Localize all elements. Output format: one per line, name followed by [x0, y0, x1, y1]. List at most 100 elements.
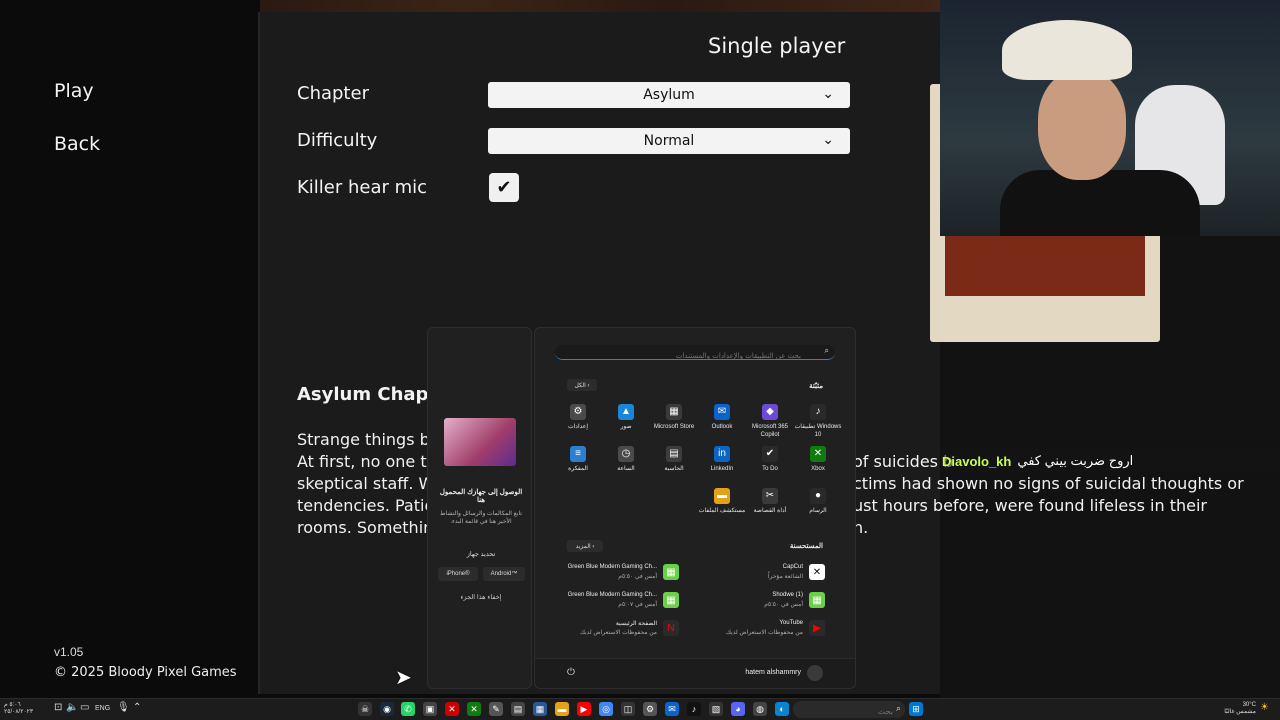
- clock-display[interactable]: ٥:٠٦ م ٢٥/٠٨/٢٠٢٣: [4, 702, 33, 716]
- taskbar-search-input[interactable]: [813, 703, 893, 720]
- chrome-icon[interactable]: ◎: [599, 702, 613, 716]
- start-search-box[interactable]: ⌕: [555, 345, 835, 364]
- killer-mic-label: Killer hear mic: [297, 177, 428, 198]
- pinned-app[interactable]: in LinkedIn: [697, 446, 747, 473]
- pinned-app[interactable]: ▲ صور: [601, 404, 651, 431]
- xbox-icon[interactable]: ✕: [467, 702, 481, 716]
- settings-icon[interactable]: ⚙: [643, 702, 657, 716]
- edge-icon[interactable]: ◐: [775, 702, 789, 716]
- whatsapp-icon[interactable]: ✆: [401, 702, 415, 716]
- recommended-item[interactable]: ▦ Green Blue Modern Gaming Ch... أمس في ٥:…: [557, 589, 697, 611]
- steam-icon[interactable]: ◉: [380, 702, 394, 716]
- chevron-up-icon[interactable]: ⌃: [133, 702, 141, 713]
- pinned-app[interactable]: ✉ Outlook: [697, 404, 747, 431]
- pinned-app-label: الحاسبة: [664, 466, 684, 472]
- pinned-app-label: إعدادات: [567, 424, 589, 430]
- version-label: v1.05: [54, 645, 84, 659]
- outlook-icon[interactable]: ✉: [665, 702, 679, 716]
- weather-widget[interactable]: 30°C مشمس غالبًا: [1224, 702, 1256, 716]
- pinned-app[interactable]: ◆ Microsoft 365 Copilot: [745, 404, 795, 439]
- webcam-person-hat: [1002, 20, 1132, 80]
- recommended-subtitle: أمس في ٥:٥٠م: [764, 602, 803, 608]
- pinned-app[interactable]: ✂ أداة القصاصة: [745, 488, 795, 515]
- story-line: ctims had shown no signs of suicidal tho…: [853, 474, 1244, 493]
- discord-icon[interactable]: ◕: [731, 702, 745, 716]
- pinned-app[interactable]: ♪ تطبيقات Windows 10: [793, 404, 843, 439]
- calendar-icon[interactable]: ▦: [533, 702, 547, 716]
- battery-icon[interactable]: ▭: [80, 702, 89, 713]
- pinned-app[interactable]: ▤ الحاسبة: [649, 446, 699, 473]
- chat-username: Diavolo_kh: [942, 453, 1012, 469]
- difficulty-label: Difficulty: [297, 130, 378, 151]
- volume-icon[interactable]: 🔈: [66, 702, 78, 713]
- weather-sun-icon[interactable]: ☀: [1260, 702, 1269, 713]
- killer-mic-checkbox[interactable]: ✔: [489, 173, 519, 202]
- android-button[interactable]: Android™: [483, 567, 525, 581]
- pinned-app[interactable]: ≡ المفكرة: [553, 446, 603, 473]
- pinned-app-label: Microsoft Store: [653, 424, 695, 430]
- chapter-label: Chapter: [297, 83, 369, 104]
- pinned-app[interactable]: ▬ مستكشف الملفات: [697, 488, 747, 515]
- terminal-icon[interactable]: ▣: [423, 702, 437, 716]
- back-button[interactable]: Back: [54, 133, 100, 155]
- app-icon[interactable]: ▧: [709, 702, 723, 716]
- pinned-app[interactable]: ⚙ إعدادات: [553, 404, 603, 431]
- pinned-app[interactable]: ◷ الساعة: [601, 446, 651, 473]
- xbox-icon: ✕: [810, 446, 826, 462]
- recommended-subtitle: الشائعة مؤخراً: [767, 574, 803, 580]
- game-app-icon[interactable]: ☠: [358, 702, 372, 716]
- pinned-app[interactable]: ✔ To Do: [745, 446, 795, 473]
- pinned-app-label: Outlook: [711, 424, 733, 430]
- mode-title: Single player: [708, 34, 846, 58]
- youtube-icon[interactable]: ▶: [577, 702, 591, 716]
- recommended-item[interactable]: N الصفحة الرئيسية من محفوظات الاستعراض لدي…: [557, 617, 697, 639]
- pinned-app-label: الرسام: [809, 508, 827, 514]
- recommended-name: الصفحة الرئيسية: [615, 621, 657, 627]
- pinned-app-label: الساعة: [617, 466, 635, 472]
- play-button[interactable]: Play: [54, 80, 94, 102]
- canva-icon: ▦: [809, 592, 825, 608]
- user-name[interactable]: hatem alshammry: [745, 669, 801, 676]
- linkedin-icon: in: [714, 446, 730, 462]
- hide-section-link[interactable]: إخفاء هذا الجزء: [436, 593, 526, 601]
- iphone-button[interactable]: iPhone®: [438, 567, 478, 581]
- select-device-label: تحديد جهاز: [466, 551, 496, 558]
- edit-icon[interactable]: ✎: [489, 702, 503, 716]
- story-line: ust hours before, were found lifeless in…: [853, 496, 1207, 515]
- media-icon[interactable]: ◫: [621, 702, 635, 716]
- pinned-app[interactable]: ✕ Xbox: [793, 446, 843, 473]
- all-apps-button[interactable]: الكل ‹: [567, 379, 597, 391]
- pinned-app-label: Microsoft 365 Copilot: [751, 424, 788, 438]
- webcam-person-face: [1038, 70, 1126, 180]
- pinned-app-label: أداة القصاصة: [753, 508, 787, 514]
- pinned-app[interactable]: ▦ Microsoft Store: [649, 404, 699, 431]
- capcut-icon[interactable]: ✕: [445, 702, 459, 716]
- user-avatar[interactable]: [807, 665, 823, 681]
- power-icon[interactable]: ⏻: [567, 667, 575, 678]
- start-search-input[interactable]: [555, 348, 805, 364]
- file-explorer-icon: ▬: [714, 488, 730, 504]
- recommended-item[interactable]: ▦ Shodwe (1) أمس في ٥:٥٠م: [685, 589, 825, 611]
- network-icon[interactable]: ⊡: [54, 702, 62, 713]
- pinned-app[interactable]: ● الرسام: [793, 488, 843, 515]
- taskbar-search[interactable]: ⌕: [793, 701, 905, 720]
- tiktok-icon[interactable]: ♪: [687, 702, 701, 716]
- more-button[interactable]: المزيد ‹: [567, 540, 603, 552]
- chat-message: اروح ضربت بيني كفي: [1017, 453, 1134, 468]
- pinned-app-label: Xbox: [811, 466, 825, 472]
- taskbar: ٥:٠٦ م ٢٥/٠٨/٢٠٢٣ ⊡ 🔈 ▭ ENG 🎙 ⌃ ☠ ◉ ✆ ▣ ✕…: [0, 698, 1280, 720]
- file-explorer-icon[interactable]: ▬: [555, 702, 569, 716]
- recommended-title: المستحسنة: [789, 543, 823, 550]
- recommended-subtitle: من محفوظات الاستعراض لديك: [725, 630, 803, 636]
- recommended-item[interactable]: ✕ CapCut الشائعة مؤخراً: [685, 561, 825, 583]
- calculator-icon[interactable]: ▤: [511, 702, 525, 716]
- obs-icon[interactable]: ◍: [753, 702, 767, 716]
- language-indicator[interactable]: ENG: [95, 705, 110, 712]
- difficulty-dropdown[interactable]: Normal ⌄: [488, 128, 850, 154]
- chapter-dropdown[interactable]: Asylum ⌄: [488, 82, 850, 108]
- mic-icon[interactable]: 🎙: [117, 702, 130, 713]
- recommended-item[interactable]: ▶ YouTube من محفوظات الاستعراض لديك: [685, 617, 825, 639]
- phone-link-description: تابع المكالمات والرسائل والنشاط الأخير ه…: [440, 511, 522, 525]
- recommended-item[interactable]: ▦ Green Blue Modern Gaming Ch... أمس في ٥:…: [557, 561, 697, 583]
- windows-start-icon[interactable]: ⊞: [909, 702, 923, 716]
